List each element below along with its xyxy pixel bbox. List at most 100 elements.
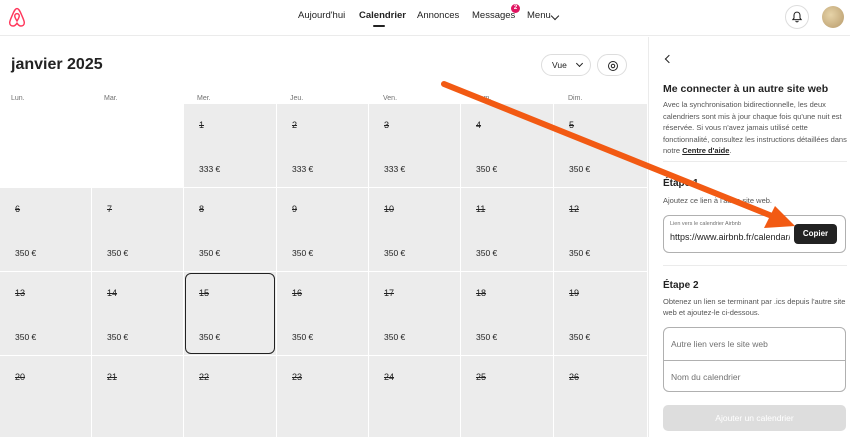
calendar-day-cell[interactable]: 20 (0, 356, 92, 437)
today-highlight (185, 273, 275, 354)
day-number: 1 (199, 120, 205, 130)
nav-menu[interactable]: Menu (527, 10, 551, 21)
day-number: 20 (15, 372, 26, 382)
calendar-empty-cell (0, 104, 92, 188)
settings-icon (608, 61, 618, 71)
day-price: 350 € (569, 248, 591, 258)
other-link-input[interactable]: Autre lien vers le site web (664, 328, 845, 360)
day-number: 8 (199, 204, 205, 214)
day-number: 14 (107, 288, 118, 298)
day-price: 350 € (569, 332, 591, 342)
calendar-day-cell[interactable]: 17 350 € (369, 272, 461, 356)
calendar-day-cell[interactable]: 18 350 € (461, 272, 554, 356)
calendar-day-cell[interactable]: 2 333 € (277, 104, 369, 188)
nav-today[interactable]: Aujourd'hui (298, 10, 345, 21)
calendar-day-cell[interactable]: 9 350 € (277, 188, 369, 272)
calendar-day-cell[interactable]: 3 333 € (369, 104, 461, 188)
calendar-day-cell[interactable]: 10 350 € (369, 188, 461, 272)
step2-description: Obtenez un lien se terminant par .ics de… (663, 297, 846, 317)
calendar-day-cell[interactable]: 5 350 € (554, 104, 648, 188)
link-field-value[interactable]: https://www.airbnb.fr/calendar/ical (670, 232, 790, 242)
back-arrow-icon[interactable] (664, 54, 674, 64)
day-number: 11 (476, 204, 486, 214)
day-price: 350 € (107, 248, 129, 258)
calendar-day-cell[interactable]: 12 350 € (554, 188, 648, 272)
view-dropdown[interactable]: Vue (541, 54, 591, 76)
calendar-day-cell[interactable]: 23 (277, 356, 369, 437)
day-number: 3 (384, 120, 390, 130)
day-number: 5 (569, 120, 575, 130)
calendar-day-cell[interactable]: 14 350 € (92, 272, 184, 356)
chevron-down-icon[interactable] (550, 11, 560, 21)
calendar-day-cell[interactable]: 4 350 € (461, 104, 554, 188)
calendar-day-cell[interactable]: 22 (184, 356, 277, 437)
day-number: 17 (384, 288, 395, 298)
calendar-day-cell[interactable]: 21 (92, 356, 184, 437)
day-number: 9 (292, 204, 298, 214)
import-calendar-form: Autre lien vers le site web Nom du calen… (663, 327, 846, 392)
day-number: 10 (384, 204, 395, 214)
calendar-day-cell[interactable]: 13 350 € (0, 272, 92, 356)
help-center-link[interactable]: Centre d'aide (682, 146, 729, 155)
divider (663, 265, 847, 266)
step1-description: Ajoutez ce lien à l'autre site web. (663, 196, 772, 205)
weekday-header: Sam. (475, 95, 492, 102)
calendar-day-cell[interactable]: 26 (554, 356, 648, 437)
messages-badge: 2 (511, 4, 520, 13)
day-price: 350 € (476, 248, 498, 258)
calendar-day-cell[interactable]: 7 350 € (92, 188, 184, 272)
view-dropdown-label: Vue (552, 60, 567, 70)
link-field-label: Lien vers le calendrier Airbnb (670, 221, 741, 227)
day-price: 350 € (384, 332, 406, 342)
bell-icon (791, 11, 803, 23)
calendar-day-cell[interactable]: 16 350 € (277, 272, 369, 356)
day-price: 333 € (199, 164, 221, 174)
weekday-header: Jeu. (290, 95, 304, 102)
day-number: 13 (15, 288, 26, 298)
calendar-day-cell[interactable]: 8 350 € (184, 188, 277, 272)
day-price: 350 € (199, 248, 221, 258)
nav-calendar[interactable]: Calendrier (359, 10, 406, 21)
calendar-day-cell[interactable]: 19 350 € (554, 272, 648, 356)
day-number: 24 (384, 372, 395, 382)
chevron-down-icon (575, 59, 584, 68)
add-calendar-button[interactable]: Ajouter un calendrier (663, 405, 846, 431)
divider (663, 161, 847, 162)
day-price: 333 € (384, 164, 406, 174)
calendar-day-cell[interactable]: 24 (369, 356, 461, 437)
day-price: 350 € (107, 332, 129, 342)
day-price: 350 € (476, 332, 498, 342)
calendar-day-cell[interactable]: 1 333 € (184, 104, 277, 188)
calendar-day-cell[interactable]: 11 350 € (461, 188, 554, 272)
weekday-header: Mar. (104, 95, 118, 102)
calendar-day-cell[interactable]: 6 350 € (0, 188, 92, 272)
day-price: 350 € (569, 164, 591, 174)
top-navigation-bar: Aujourd'hui Calendrier Annonces Messages… (0, 0, 850, 36)
airbnb-calendar-link-field[interactable]: Lien vers le calendrier Airbnb https://w… (663, 215, 846, 253)
weekday-header: Ven. (383, 95, 398, 102)
nav-listings[interactable]: Annonces (417, 10, 459, 21)
panel-description: Avec la synchronisation bidirectionnelle… (663, 100, 847, 155)
calendar-day-cell[interactable]: 25 (461, 356, 554, 437)
calendar-name-input[interactable]: Nom du calendrier (664, 361, 845, 393)
nav-messages[interactable]: Messages (472, 10, 515, 21)
avatar[interactable] (822, 6, 844, 28)
day-number: 4 (476, 120, 482, 130)
day-price: 350 € (292, 332, 314, 342)
day-price: 350 € (292, 248, 314, 258)
panel-title: Me connecter à un autre site web (663, 83, 829, 95)
calendar-settings-button[interactable] (597, 54, 627, 76)
day-price: 350 € (384, 248, 406, 258)
day-price: 350 € (476, 164, 498, 174)
copy-button[interactable]: Copier (794, 224, 837, 244)
nav-active-indicator (373, 25, 385, 27)
calendar-name-placeholder: Nom du calendrier (671, 372, 741, 382)
day-number: 18 (476, 288, 487, 298)
weekday-header: Mer. (197, 95, 211, 102)
notifications-button[interactable] (785, 5, 809, 29)
calendar-empty-cell (92, 104, 184, 188)
day-price: 333 € (292, 164, 314, 174)
day-number: 2 (292, 120, 298, 130)
step2-title: Étape 2 (663, 280, 699, 291)
day-number: 22 (199, 372, 210, 382)
